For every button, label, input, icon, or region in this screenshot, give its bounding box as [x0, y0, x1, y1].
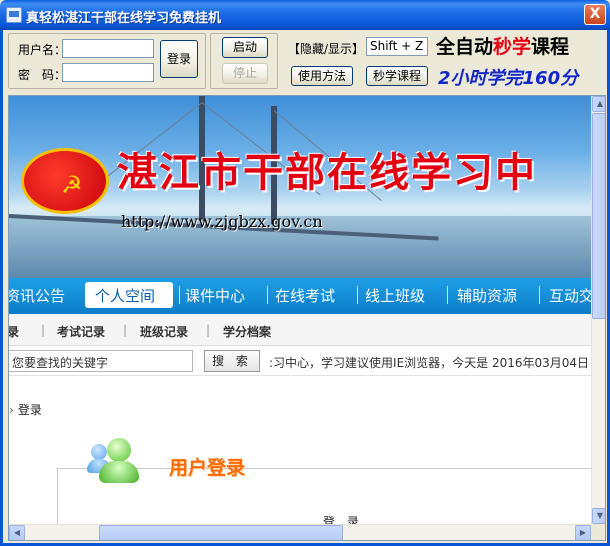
main-nav: 资讯公告 个人空间 课件中心 在线考试 线上班级 辅助资源 互动交 [9, 278, 591, 314]
subnav-separator: | [206, 323, 211, 337]
subnav-item-record[interactable]: 录 [9, 323, 19, 340]
sub-nav: 录 | 考试记录 | 班级记录 | 学分档案 [9, 314, 591, 346]
shortcut-field[interactable]: Shift + Z [366, 37, 428, 56]
scroll-up-icon[interactable]: ▲ [592, 96, 605, 112]
notice-marquee: :习中心，学习建议使用IE浏览器，今天是 2016年03月04日 星 [269, 356, 591, 370]
login-button[interactable]: 登录 [160, 40, 198, 78]
scroll-corner [591, 524, 605, 540]
app-icon [6, 7, 22, 23]
subnav-item-class-record[interactable]: 班级记录 [140, 323, 188, 340]
vertical-scroll-thumb[interactable] [592, 113, 605, 319]
username-input[interactable] [62, 39, 154, 58]
banner-title: 湛江市干部在线学习中 [117, 149, 537, 196]
horizontal-scroll-thumb[interactable] [99, 525, 343, 540]
search-button[interactable]: 搜 索 [204, 350, 260, 372]
breadcrumb-item[interactable]: 登录 [18, 403, 42, 417]
subnav-separator: | [41, 323, 46, 337]
subnav-item-exam-record[interactable]: 考试记录 [57, 323, 105, 340]
nav-separator [357, 286, 358, 304]
nav-item-exam[interactable]: 在线考试 [275, 285, 335, 306]
nav-item-personal[interactable]: 个人空间 [95, 285, 155, 306]
nav-separator [267, 286, 268, 304]
password-label: 密 码： [18, 68, 67, 82]
title-bar: 真轻松湛江干部在线学习免费挂机 X [0, 0, 610, 30]
user-front-figure [99, 438, 139, 486]
nav-item-courseware[interactable]: 课件中心 [185, 285, 245, 306]
close-button[interactable]: X [584, 4, 606, 25]
login-title: 用户登录 [169, 457, 246, 479]
username-label: 用户名： [18, 43, 67, 57]
subnav-separator: | [123, 323, 128, 337]
banner-url: http://www.zjgbzx.gov.cn [121, 212, 323, 231]
site-banner: ☭ 湛江市干部在线学习中 http://www.zjgbzx.gov.cn [9, 96, 591, 278]
nav-separator [539, 286, 540, 304]
breadcrumb: › 登录 [9, 401, 42, 418]
scroll-right-icon[interactable]: ▶ [575, 525, 591, 540]
usage-button[interactable]: 使用方法 [291, 66, 353, 86]
web-view[interactable]: ☭ 湛江市干部在线学习中 http://www.zjgbzx.gov.cn 资讯… [8, 95, 606, 541]
search-bar: 您要查找的关键字 搜 索 :习中心，学习建议使用IE浏览器，今天是 2016年0… [9, 346, 591, 376]
vertical-scrollbar[interactable]: ▲ ▼ [591, 96, 605, 524]
scroll-left-icon[interactable]: ◀ [9, 525, 25, 540]
users-icon [87, 438, 147, 488]
start-button[interactable]: 启动 [222, 37, 268, 58]
promo-line-1: 全自动秒学课程 [436, 36, 570, 58]
nav-item-resources[interactable]: 辅助资源 [457, 285, 517, 306]
party-emblem: ☭ [21, 148, 109, 214]
window-title: 真轻松湛江干部在线学习免费挂机 [26, 11, 222, 26]
scroll-down-icon[interactable]: ▼ [592, 508, 605, 524]
breadcrumb-arrow-icon: › [9, 403, 14, 417]
nav-item-news[interactable]: 资讯公告 [9, 285, 65, 306]
nav-separator [179, 286, 180, 304]
hide-show-label: 【隐藏/显示】 [288, 42, 365, 56]
password-input[interactable] [62, 63, 154, 82]
search-input[interactable]: 您要查找的关键字 [9, 350, 193, 372]
nav-separator [447, 286, 448, 304]
nav-item-interact[interactable]: 互动交 [549, 285, 591, 306]
horizontal-scrollbar[interactable]: ◀ ▶ [9, 524, 591, 540]
subnav-item-credits[interactable]: 学分档案 [223, 323, 271, 340]
stop-button: 停止 [222, 63, 268, 84]
nav-item-class[interactable]: 线上班级 [365, 285, 425, 306]
course-button[interactable]: 秒学课程 [366, 66, 428, 86]
promo-line-2: 2小时学完160分 [438, 68, 579, 89]
